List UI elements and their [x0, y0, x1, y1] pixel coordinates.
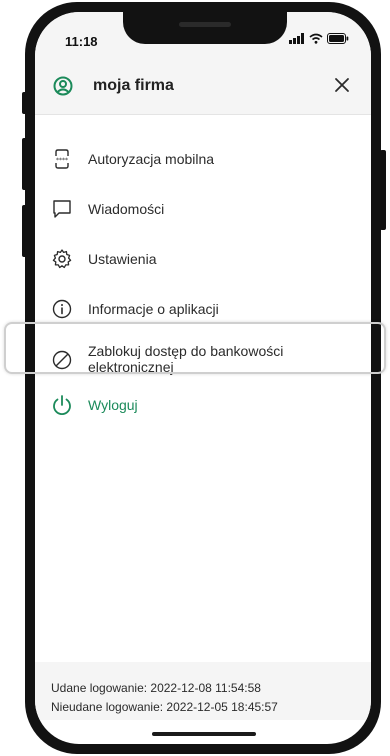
close-icon[interactable]: [331, 74, 353, 96]
login-info-footer: Udane logowanie: 2022-12-08 11:54:58 Nie…: [35, 662, 371, 720]
power-icon: [53, 395, 71, 416]
menu-item-logout[interactable]: Wyloguj: [35, 386, 371, 426]
highlight-frame: [4, 322, 386, 374]
menu-item-label: Ustawienia: [88, 251, 157, 267]
message-icon: [53, 200, 71, 218]
home-indicator[interactable]: [152, 732, 256, 736]
status-bar: 11:18: [35, 12, 371, 58]
menu-item-label: Wyloguj: [88, 397, 138, 413]
status-time: 11:18: [65, 34, 98, 49]
status-icons: [289, 33, 349, 44]
app-header: moja firma: [35, 58, 371, 114]
failed-login-text: Nieudane logowanie: 2022-12-05 18:45:57: [51, 700, 278, 714]
gear-icon: [52, 249, 72, 269]
battery-icon: [327, 33, 349, 44]
company-name[interactable]: moja firma: [93, 77, 174, 95]
menu-item-label: Informacje o aplikacji: [88, 301, 219, 317]
last-login-text: Udane logowanie: 2022-12-08 11:54:58: [51, 681, 261, 695]
notch: [123, 12, 287, 44]
menu-item-label: Wiadomości: [88, 201, 165, 217]
svg-text:****: ****: [56, 157, 68, 164]
signal-icon: [289, 33, 304, 44]
menu-item-messages[interactable]: Wiadomości: [35, 190, 371, 230]
info-icon: [52, 299, 72, 319]
menu-item-label: Autoryzacja mobilna: [88, 151, 215, 167]
header-divider: [35, 114, 371, 115]
mobile-authorization-icon: ****: [55, 149, 69, 169]
menu-item-settings[interactable]: Ustawienia: [35, 240, 371, 280]
wifi-icon: [309, 33, 323, 44]
phone-frame: 11:18 moja firma **** Autoryzacja mobiln…: [25, 2, 381, 754]
speaker: [179, 22, 231, 27]
user-profile-icon[interactable]: [53, 76, 73, 96]
phone-screen: 11:18 moja firma **** Autoryzacja mobiln…: [35, 12, 371, 744]
menu-item-mobile-authorization[interactable]: **** Autoryzacja mobilna: [35, 140, 371, 180]
